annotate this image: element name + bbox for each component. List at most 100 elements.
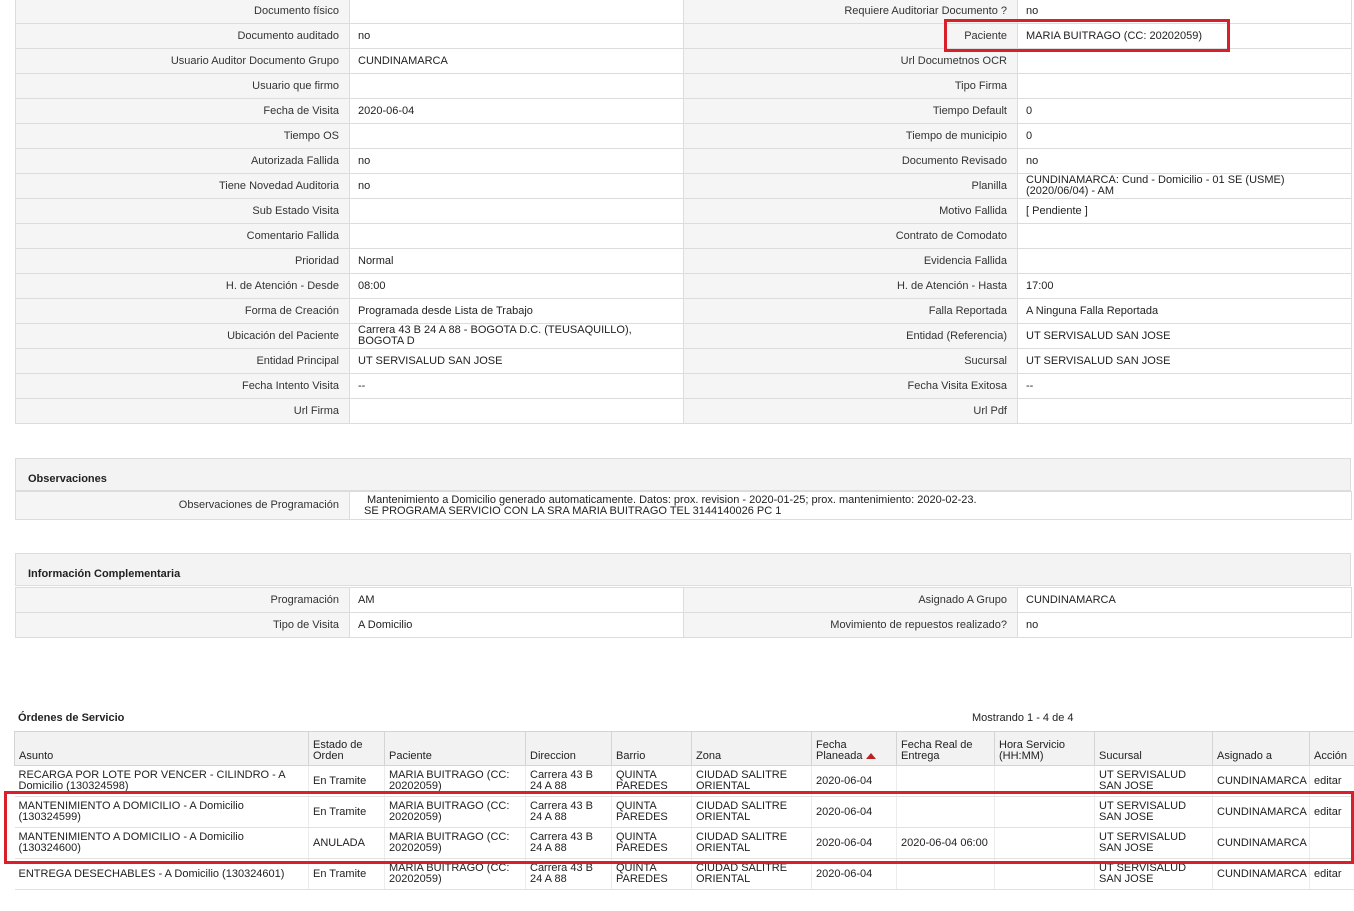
order-cell-barrio: QUINTA PAREDES [611, 796, 692, 828]
detail-label: H. de Atención - Hasta [683, 273, 1018, 299]
detail-label: Falla Reportada [683, 298, 1018, 324]
order-cell-asignado: CUNDINAMARCA [1212, 858, 1310, 890]
order-cell-fecha-real [896, 765, 995, 797]
order-row[interactable]: MANTENIMIENTO A DOMICILIO - A Domicilio … [14, 827, 1354, 859]
orders-column-header[interactable]: Direccion [525, 731, 612, 766]
detail-value: Normal [349, 248, 684, 274]
detail-value [349, 123, 684, 149]
orders-column-header-label: Asunto [19, 750, 54, 762]
edit-order-link[interactable]: editar [1314, 775, 1342, 787]
order-cell-estado: En Tramite [308, 858, 385, 890]
orders-column-header-label: Sucursal [1099, 750, 1142, 762]
detail-row: Comentario Fallida Contrato de Comodato [15, 223, 1352, 249]
orders-column-header[interactable]: Paciente [384, 731, 526, 766]
orders-column-header[interactable]: Fecha Planeada [811, 731, 897, 766]
orders-column-header[interactable]: Fecha Real de Entrega [896, 731, 995, 766]
detail-row: Tiene Novedad Auditoria no Planilla CUNDINA… [15, 173, 1352, 199]
detail-value: UT SERVISALUD SAN JOSE [349, 348, 684, 374]
detail-label: Fecha Visita Exitosa [683, 373, 1018, 399]
orders-column-header[interactable]: Asunto [14, 731, 309, 766]
order-cell-direccion: Carrera 43 B 24 A 88 [525, 827, 612, 859]
detail-value: UT SERVISALUD SAN JOSE [1017, 323, 1352, 349]
detail-label: Prioridad [15, 248, 350, 274]
complementaria-label: Tipo de Visita [15, 612, 350, 638]
detail-value: no [349, 173, 684, 199]
detail-value: 0 [1017, 98, 1352, 124]
orders-column-header-label: Direccion [530, 750, 576, 762]
order-cell-barrio: QUINTA PAREDES [611, 827, 692, 859]
detail-value: CUNDINAMARCA: Cund - Domicilio - 01 SE (… [1017, 173, 1352, 199]
order-cell-asignado: CUNDINAMARCA [1212, 827, 1310, 859]
edit-order-link[interactable]: editar [1314, 806, 1342, 818]
orders-column-header-label: Zona [696, 750, 722, 762]
detail-value [1017, 398, 1352, 424]
order-cell-fecha-real [896, 858, 995, 890]
detail-row: Url Firma Url Pdf [15, 398, 1352, 424]
detail-label: Usuario Auditor Documento Grupo [15, 48, 350, 74]
order-row[interactable]: MANTENIMIENTO A DOMICILIO - A Domicilio … [14, 796, 1354, 828]
order-row[interactable]: RECARGA POR LOTE POR VENCER - CILINDRO -… [14, 765, 1354, 797]
complementaria-value: AM [349, 587, 684, 613]
order-cell-paciente: MARIA BUITRAGO (CC: 20202059) [384, 796, 526, 828]
orders-column-header[interactable]: Acción [1309, 731, 1354, 766]
order-cell-accion [1309, 827, 1354, 859]
orders-body: RECARGA POR LOTE POR VENCER - CILINDRO -… [14, 765, 1354, 890]
detail-label: Tiene Novedad Auditoria [15, 173, 350, 199]
detail-value [1017, 248, 1352, 274]
orders-column-header[interactable]: Estado de Orden [308, 731, 385, 766]
detail-row: Usuario Auditor Documento Grupo CUNDINAMA… [15, 48, 1352, 74]
detail-label: Evidencia Fallida [683, 248, 1018, 274]
orders-count: Mostrando 1 - 4 de 4 [972, 712, 1074, 724]
orders-column-header[interactable]: Hora Servicio (HH:MM) [994, 731, 1095, 766]
detail-value: -- [349, 373, 684, 399]
detail-label: Contrato de Comodato [683, 223, 1018, 249]
detail-value: A Ninguna Falla Reportada [1017, 298, 1352, 324]
order-row[interactable]: ENTREGA DESECHABLES - A Domicilio (13032… [14, 858, 1354, 890]
order-cell-asignado: CUNDINAMARCA [1212, 765, 1310, 797]
observaciones-header: Observaciones [15, 458, 1351, 491]
detail-value: no [349, 23, 684, 49]
edit-order-link[interactable]: editar [1314, 868, 1342, 880]
order-cell-zona: CIUDAD SALITRE ORIENTAL [691, 796, 812, 828]
detail-label: Planilla [683, 173, 1018, 199]
detail-label: Entidad Principal [15, 348, 350, 374]
detail-value: [ Pendiente ] [1017, 198, 1352, 224]
order-cell-direccion: Carrera 43 B 24 A 88 [525, 796, 612, 828]
order-cell-hora [994, 827, 1095, 859]
order-cell-asunto: RECARGA POR LOTE POR VENCER - CILINDRO -… [14, 765, 309, 797]
detail-value: 08:00 [349, 273, 684, 299]
detail-label: Url Pdf [683, 398, 1018, 424]
detail-label: Sub Estado Visita [15, 198, 350, 224]
detail-label: Usuario que firmo [15, 73, 350, 99]
order-cell-hora [994, 858, 1095, 890]
orders-column-header[interactable]: Barrio [611, 731, 692, 766]
orders-column-header-label: Paciente [389, 750, 432, 762]
detail-label: Comentario Fallida [15, 223, 350, 249]
order-cell-accion: editar [1309, 858, 1354, 890]
orders-column-header[interactable]: Zona [691, 731, 812, 766]
detail-value: 2020-06-04 [349, 98, 684, 124]
orders-column-header[interactable]: Sucursal [1094, 731, 1213, 766]
order-cell-paciente: MARIA BUITRAGO (CC: 20202059) [384, 765, 526, 797]
detail-row: Sub Estado Visita Motivo Fallida[ Pendien… [15, 198, 1352, 224]
order-cell-barrio: QUINTA PAREDES [611, 765, 692, 797]
detail-label: H. de Atención - Desde [15, 273, 350, 299]
observaciones-line2: SE PROGRAMA SERVICIO CON LA SRA MARIA BU… [364, 504, 782, 517]
sort-ascending-icon[interactable] [865, 753, 876, 760]
orders-column-header[interactable]: Asignado a [1212, 731, 1310, 766]
detail-label: Fecha Intento Visita [15, 373, 350, 399]
orders-header-row: Asunto Estado de Orden Paciente Direccion Ba… [14, 731, 1354, 766]
complementaria-value: CUNDINAMARCA [1017, 587, 1352, 613]
order-cell-estado: En Tramite [308, 796, 385, 828]
detail-value [349, 223, 684, 249]
detail-label: Documento físico [15, 0, 350, 24]
complementaria-value: no [1017, 612, 1352, 638]
observaciones-title: Observaciones [28, 473, 107, 485]
observaciones-table: Observaciones de Programación Mantenimie… [15, 491, 1352, 520]
observaciones-value: Mantenimiento a Domicilio generado autom… [349, 491, 1352, 520]
complementaria-label: Programación [15, 587, 350, 613]
complementaria-label: Asignado A Grupo [683, 587, 1018, 613]
detail-label: Motivo Fallida [683, 198, 1018, 224]
detail-label: Url Firma [15, 398, 350, 424]
detail-value: no [1017, 148, 1352, 174]
